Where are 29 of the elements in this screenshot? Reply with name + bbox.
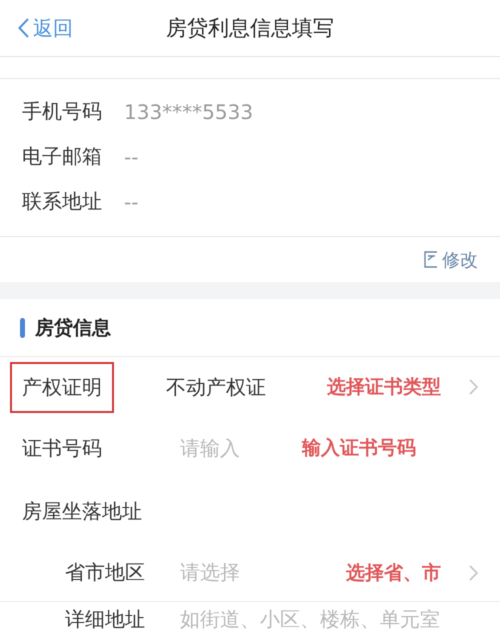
section-title: 房贷信息 (35, 316, 111, 340)
edit-icon (424, 251, 439, 268)
back-button[interactable]: 返回 (0, 14, 73, 42)
field-label: 产权证明 (10, 362, 114, 412)
info-label: 电子邮箱 (22, 143, 102, 170)
field-placeholder[interactable]: 如街道、小区、楼栋、单元室 (180, 606, 440, 631)
edit-link[interactable]: 修改 (424, 248, 478, 272)
edit-label[interactable]: 修改 (442, 248, 478, 272)
info-label: 联系地址 (22, 188, 102, 215)
field-label: 证书号码 (22, 434, 103, 462)
info-value: -- (124, 190, 138, 214)
annotation-text: 选择省、市 (346, 560, 441, 586)
annotation-text: 输入证书号码 (302, 436, 416, 461)
field-label: 房屋坐落地址 (22, 498, 142, 525)
chevron-right-icon[interactable] (469, 564, 478, 580)
info-value: -- (124, 144, 138, 168)
info-value: 133****5533 (124, 100, 254, 124)
field-placeholder[interactable]: 请输入 (180, 434, 240, 462)
annotation-text: 选择证书类型 (327, 375, 441, 400)
field-placeholder[interactable]: 请选择 (180, 559, 240, 586)
section-marker (20, 318, 25, 338)
field-label: 省市地区 (65, 559, 146, 586)
chevron-right-icon[interactable] (469, 379, 478, 395)
back-chevron-icon (18, 18, 29, 38)
page-title: 房贷利息信息填写 (166, 15, 334, 42)
info-label: 手机号码 (22, 98, 102, 125)
field-value[interactable]: 不动产权证 (166, 374, 266, 400)
back-label[interactable]: 返回 (33, 14, 73, 42)
field-label: 详细地址 (65, 606, 146, 631)
